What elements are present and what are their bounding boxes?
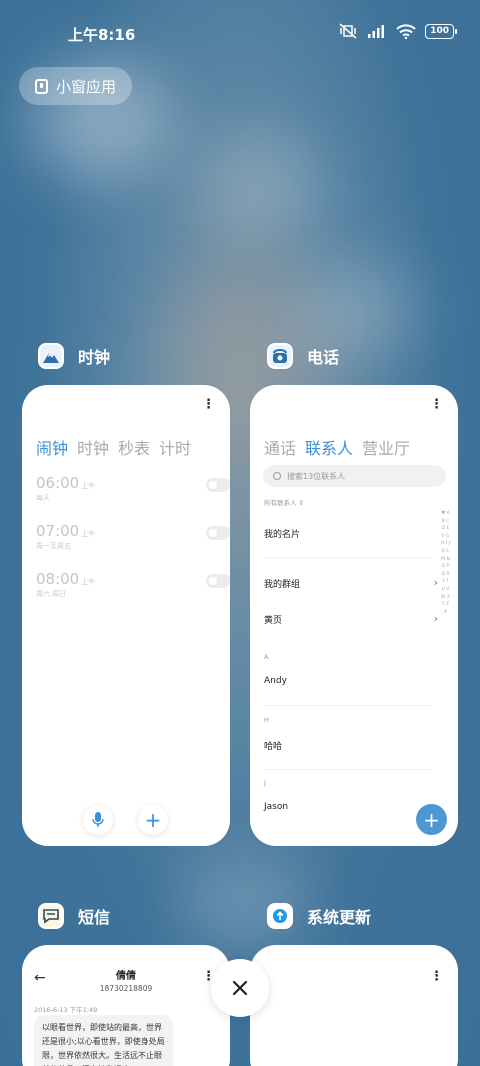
update-app-title: 系统更新 (307, 908, 372, 927)
alarm-repeat: 每天 (36, 494, 50, 502)
chevron-right-icon: › (433, 576, 438, 589)
sms-app-header[interactable]: 短信 (38, 903, 110, 929)
close-all-button[interactable] (211, 959, 269, 1017)
sms-app-title: 短信 (78, 908, 111, 927)
search-icon (273, 472, 281, 480)
clock-tabs: 闹钟 时钟 秒表 计时 (36, 435, 191, 459)
phone-app-icon (267, 343, 293, 369)
battery-indicator: 100 (425, 23, 457, 39)
tab-clock[interactable]: 时钟 (77, 435, 109, 459)
alarm-ampm: 上午 (81, 578, 96, 586)
tab-contacts[interactable]: 联系人 (305, 435, 353, 459)
add-alarm-button[interactable]: + (138, 805, 168, 835)
clock-more-icon[interactable]: ⋮ (202, 397, 215, 412)
plus-icon: + (423, 807, 440, 832)
all-contacts-filter[interactable]: 所有联系人 ⇕ (264, 497, 304, 507)
update-more-icon[interactable]: ⋮ (430, 969, 443, 984)
tab-alarm[interactable]: 闹钟 (36, 435, 68, 459)
clock-app-title: 时钟 (78, 348, 111, 367)
chevron-right-icon: › (433, 612, 438, 625)
yellow-pages-row[interactable]: 黄页 › (264, 612, 438, 626)
alarm-item[interactable]: 07:00 上午 周一至周五 (36, 521, 230, 551)
update-app-card[interactable]: ⋮ (250, 945, 458, 1066)
phone-app-header[interactable]: 电话 (267, 343, 339, 369)
update-app-icon (267, 903, 293, 929)
small-window-icon (35, 78, 48, 94)
clock-app-card[interactable]: ⋮ 闹钟 时钟 秒表 计时 06:00 上午 每天 07:00 上午 周一至周五 0… (22, 385, 230, 846)
contact-search-input[interactable]: 搜索13位联系人 (263, 465, 446, 487)
alarm-toggle[interactable] (206, 574, 230, 588)
clock-app-header[interactable]: 时钟 (38, 343, 110, 369)
divider (264, 769, 432, 770)
alarm-toggle[interactable] (206, 478, 230, 492)
tab-service-hall[interactable]: 营业厅 (362, 435, 410, 459)
my-groups-row[interactable]: 我的群组 › (264, 576, 438, 590)
alarm-item[interactable]: 08:00 上午 周六 周日 (36, 569, 230, 599)
alphabet-index[interactable]: ♥ A B C D E F G H I J K L M N O P Q R S … (441, 510, 450, 616)
close-icon (232, 980, 248, 996)
tab-timer[interactable]: 计时 (159, 435, 191, 459)
status-icons: 100 (338, 23, 457, 39)
alarm-toggle[interactable] (206, 526, 230, 540)
tab-calls[interactable]: 通话 (264, 435, 296, 459)
contact-row[interactable]: Andy (264, 676, 434, 686)
alarm-repeat: 周一至周五 (36, 542, 71, 550)
vibrate-off-icon (339, 23, 357, 39)
alarm-repeat: 周六 周日 (36, 590, 67, 598)
phone-app-title: 电话 (307, 348, 340, 367)
update-app-header[interactable]: 系统更新 (267, 903, 371, 929)
search-placeholder: 搜索13位联系人 (287, 471, 346, 481)
section-letter: H (264, 716, 269, 724)
phone-app-card[interactable]: ⋮ 通话 联系人 营业厅 搜索13位联系人 所有联系人 ⇕ 我的名片 我的群组 ›… (250, 385, 458, 846)
plus-icon: + (144, 808, 162, 832)
add-contact-button[interactable]: + (416, 804, 447, 835)
section-letter: A (264, 653, 269, 661)
alarm-time: 06:00 (36, 474, 80, 492)
phone-tabs: 通话 联系人 营业厅 (264, 435, 410, 459)
contact-number: 18730218809 (99, 984, 153, 993)
alarm-item[interactable]: 06:00 上午 每天 (36, 473, 230, 503)
phone-more-icon[interactable]: ⋮ (430, 397, 443, 412)
section-letter: J (264, 779, 266, 787)
alarm-ampm: 上午 (81, 482, 96, 490)
contact-name: 倩倩 (116, 971, 136, 982)
sms-app-icon (38, 903, 64, 929)
my-card-row[interactable]: 我的名片 (264, 527, 434, 540)
contact-row[interactable]: Jason (264, 802, 434, 812)
divider (264, 557, 432, 558)
alarm-time: 08:00 (36, 570, 80, 588)
sms-conversation-header: 倩倩 18730218809 (22, 967, 230, 993)
tab-stopwatch[interactable]: 秒表 (118, 435, 150, 459)
small-window-apps-button[interactable]: 小窗应用 (19, 67, 132, 105)
alarm-ampm: 上午 (81, 530, 96, 538)
clock-app-icon (38, 343, 64, 369)
wifi-icon (396, 23, 416, 39)
microphone-icon (92, 812, 104, 827)
alarm-time: 07:00 (36, 522, 80, 540)
signal-icon (368, 25, 385, 38)
status-bar: 上午8:16 100 (0, 0, 480, 66)
voice-alarm-button[interactable] (83, 805, 113, 835)
small-window-label: 小窗应用 (56, 77, 117, 96)
status-time: 上午8:16 (68, 26, 136, 44)
message-bubble[interactable]: 以眼看世界，即使站的最高，世界还是很小;以心看世界，即使身处局限，世界依然很大。… (34, 1015, 173, 1066)
contact-row[interactable]: 哈哈 (264, 739, 434, 752)
divider (264, 705, 432, 706)
sms-app-card[interactable]: ← 倩倩 18730218809 ⋮ 2016-6-13 下午1:49 以眼看世… (22, 945, 230, 1066)
message-date: 2016-6-13 下午1:49 (34, 1006, 98, 1014)
